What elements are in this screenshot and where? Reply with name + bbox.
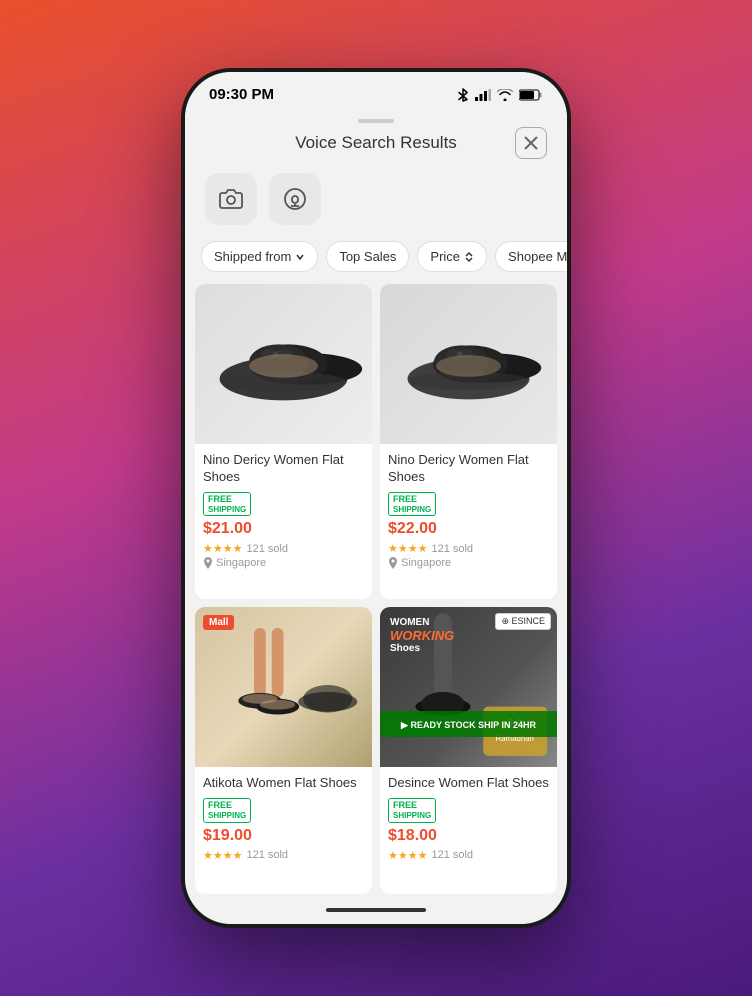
sort-icon [464,251,474,263]
sheet-title: Voice Search Results [295,133,457,153]
product-image-2 [380,284,557,444]
free-label-1: FREE [208,494,246,505]
free-label-2: FREE [393,494,431,505]
filter-shopee-mall-label: Shopee Mall [508,249,567,264]
stars-1: ★★★★ [203,542,242,555]
product-image-1 [195,284,372,444]
product-price-2: $22.00 [388,520,549,538]
camera-button[interactable] [205,173,257,225]
battery-icon [519,89,543,101]
audio-icon [283,187,307,211]
product-name-2: Nino Dericy Women Flat Shoes [388,452,549,486]
location-text-2: Singapore [401,557,451,569]
sheet-header: Voice Search Results [185,129,567,165]
working-shoes-text: WOMEN WORKING Shoes [390,617,454,654]
shipping-label-3: SHIPPING [208,811,246,821]
mall-badge: Mall [203,615,234,630]
product-shoe-img-2 [380,284,557,444]
esince-brand-badge: ⊕ ESINCE [495,613,551,630]
product-info-1: Nino Dericy Women Flat Shoes FREE SHIPPI… [195,444,372,579]
product-image-4: ⊕ ESINCE WOMEN WORKING Shoes [380,607,557,767]
product-meta-1: ★★★★ 121 sold [203,542,364,555]
location-icon-1 [203,557,213,569]
ready-stock-badge: ▶ READY STOCK SHIP IN 24HR [380,711,557,737]
filter-price-label: Price [430,249,460,264]
bottom-sheet: Voice Search Results [185,109,567,924]
product-card-1[interactable]: Nino Dericy Women Flat Shoes FREE SHIPPI… [195,284,372,599]
wifi-icon [497,89,513,101]
bluetooth-icon [457,88,469,102]
filter-bar: Shipped from Top Sales Price Shop [185,241,567,284]
filter-shopee-mall[interactable]: Shopee Mall [495,241,567,272]
signal-icon [475,89,491,101]
product-meta-3: ★★★★ 121 sold [203,849,364,862]
free-shipping-badge-1: FREE SHIPPING [203,492,251,516]
shipping-label-2: SHIPPING [393,505,431,515]
product-info-4: Desince Women Flat Shoes FREE SHIPPING $… [380,767,557,873]
free-label-3: FREE [208,800,246,811]
sold-count-1: 121 sold [246,543,288,555]
product-location-2: Singapore [388,557,549,569]
product-info-3: Atikota Women Flat Shoes FREE SHIPPING $… [195,767,372,873]
product-name-4: Desince Women Flat Shoes [388,775,549,792]
product-meta-2: ★★★★ 121 sold [388,542,549,555]
product-price-1: $21.00 [203,520,364,538]
sheet-handle [358,119,394,123]
shipping-label-4: SHIPPING [393,811,431,821]
filter-top-sales[interactable]: Top Sales [326,241,409,272]
product-price-4: $18.00 [388,827,549,845]
filter-top-sales-label: Top Sales [339,249,396,264]
product-shoe-img-3 [195,607,372,767]
stars-3: ★★★★ [203,849,242,862]
product-price-3: $19.00 [203,827,364,845]
stars-4: ★★★★ [388,849,427,862]
close-icon [524,136,538,150]
free-shipping-badge-3: FREE SHIPPING [203,798,251,822]
product-meta-4: ★★★★ 121 sold [388,849,549,862]
product-info-2: Nino Dericy Women Flat Shoes FREE SHIPPI… [380,444,557,579]
filter-price[interactable]: Price [417,241,487,272]
home-indicator-bar [326,908,426,912]
voice-icons-row [185,165,567,241]
filter-shipped-from-label: Shipped from [214,249,291,264]
product-name-1: Nino Dericy Women Flat Shoes [203,452,364,486]
sold-count-4: 121 sold [431,849,473,861]
close-button[interactable] [515,127,547,159]
status-time: 09:30 PM [209,86,274,103]
product-card-3[interactable]: Mall [195,607,372,894]
location-text-1: Singapore [216,557,266,569]
free-label-4: FREE [393,800,431,811]
product-name-3: Atikota Women Flat Shoes [203,775,364,792]
product-card-2[interactable]: Nino Dericy Women Flat Shoes FREE SHIPPI… [380,284,557,599]
product-grid: Nino Dericy Women Flat Shoes FREE SHIPPI… [185,284,567,904]
shipping-label-1: SHIPPING [208,505,246,515]
product-card-4[interactable]: ⊕ ESINCE WOMEN WORKING Shoes [380,607,557,894]
stars-2: ★★★★ [388,542,427,555]
sold-count-3: 121 sold [246,849,288,861]
filter-shipped-from[interactable]: Shipped from [201,241,318,272]
chevron-down-icon [295,252,305,262]
free-shipping-badge-2: FREE SHIPPING [388,492,436,516]
home-indicator [185,904,567,924]
product-image-3: Mall [195,607,372,767]
phone-frame: 09:30 PM [181,68,571,928]
sold-count-2: 121 sold [431,543,473,555]
audio-search-button[interactable] [269,173,321,225]
phone-screen: 09:30 PM [185,72,567,924]
product-shoe-img-1 [195,284,372,444]
sheet-handle-area [185,109,567,129]
product-location-1: Singapore [203,557,364,569]
status-icons [457,88,543,102]
location-icon-2 [388,557,398,569]
free-shipping-badge-4: FREE SHIPPING [388,798,436,822]
camera-icon [219,187,243,211]
status-bar: 09:30 PM [185,72,567,109]
